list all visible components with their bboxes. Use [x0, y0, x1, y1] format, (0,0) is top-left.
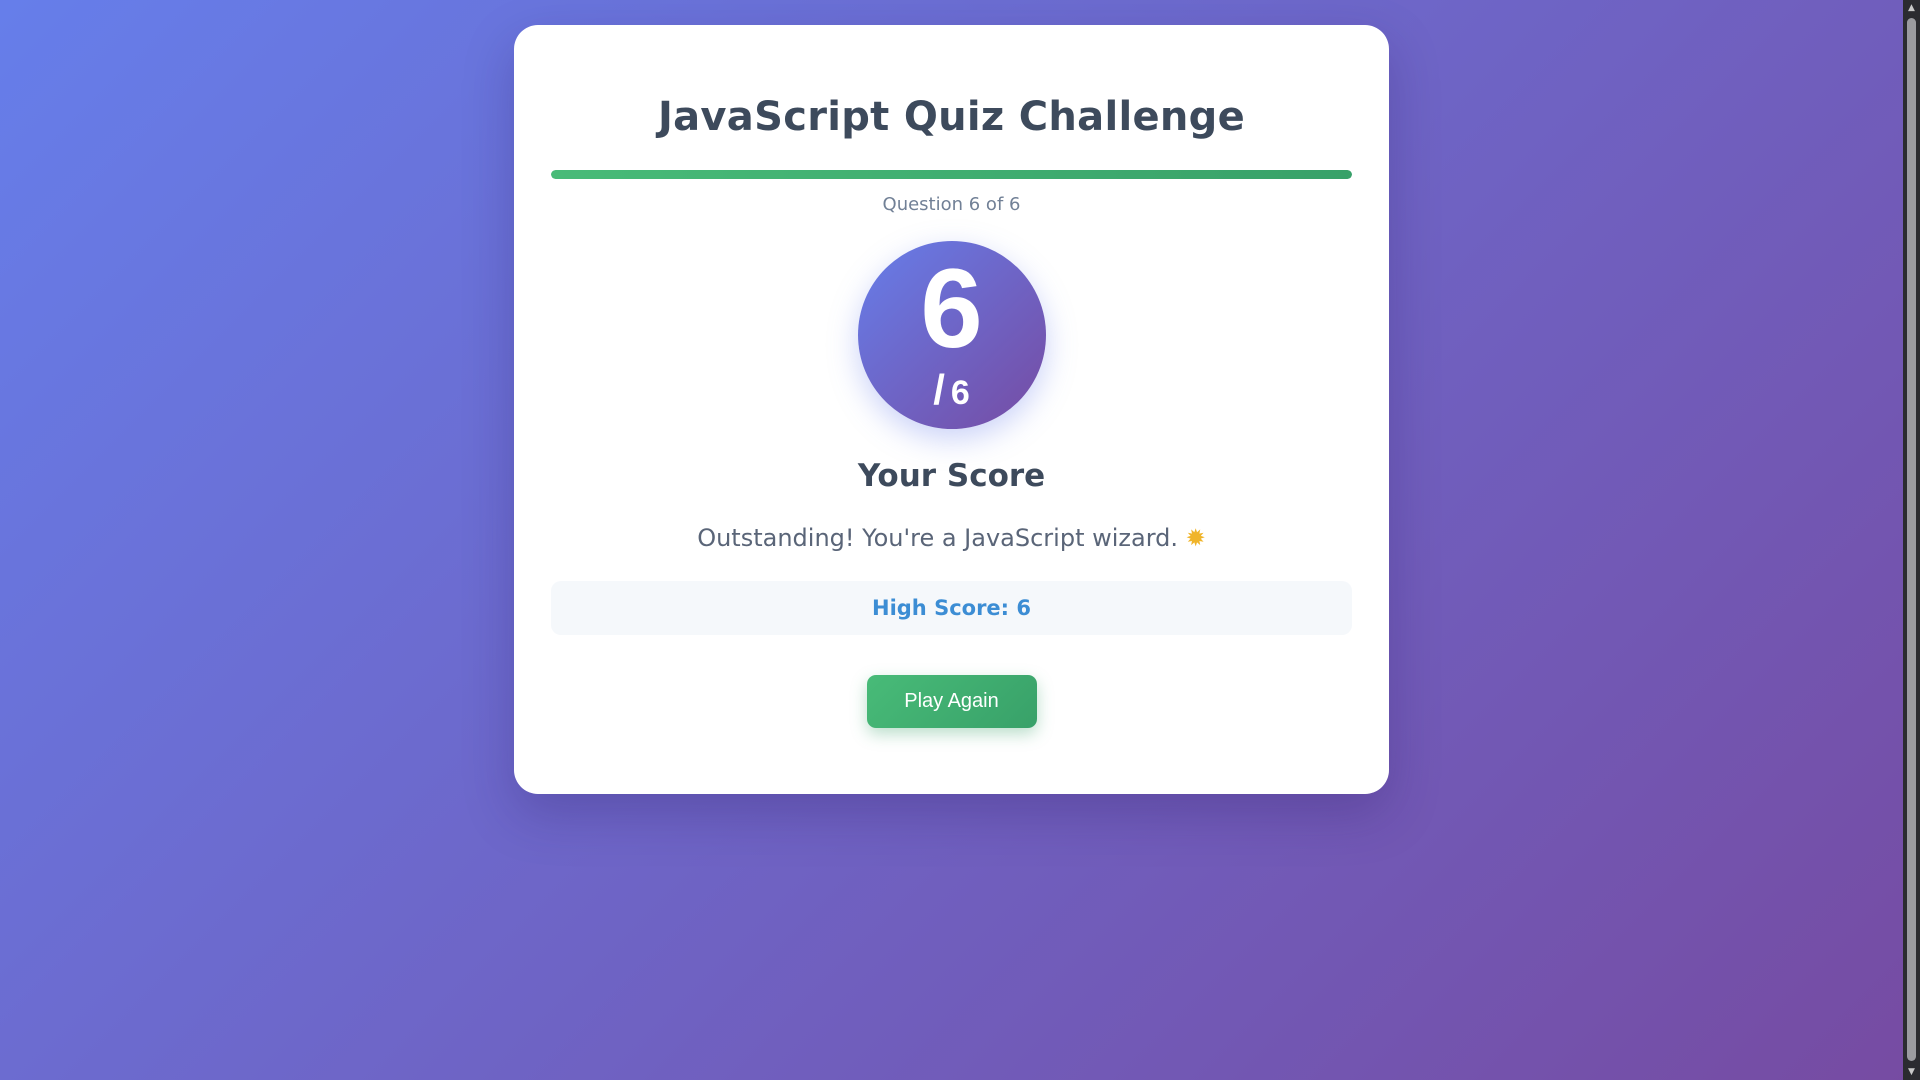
scroll-up-icon[interactable]: ▲ — [1903, 0, 1920, 16]
score-total-value: 6 — [950, 374, 970, 412]
sun-icon: ✹ — [1185, 524, 1206, 552]
play-again-button[interactable]: Play Again — [866, 675, 1037, 728]
result-message-text: Outstanding! You're a JavaScript wizard. — [697, 524, 1179, 552]
score-circle: 6 /6 — [857, 241, 1046, 429]
scroll-down-icon[interactable]: ▼ — [1903, 1064, 1920, 1080]
vertical-scrollbar[interactable]: ▲ ▼ — [1903, 0, 1920, 1080]
progress-bar — [551, 170, 1352, 179]
high-score-display: High Score: 6 — [551, 581, 1352, 635]
result-message: Outstanding! You're a JavaScript wizard.… — [551, 524, 1352, 552]
score-label: Your Score — [857, 458, 1046, 494]
score-total: /6 — [858, 369, 1046, 411]
quiz-title: JavaScript Quiz Challenge — [657, 94, 1246, 140]
score-value: 6 — [920, 246, 983, 371]
question-counter: Question 6 of 6 — [882, 194, 1021, 215]
score-slash: / — [933, 366, 945, 413]
scrollbar-thumb[interactable] — [1907, 18, 1916, 1061]
progress-bar-fill — [551, 170, 1352, 179]
quiz-card: JavaScript Quiz Challenge Question 6 of … — [514, 25, 1389, 794]
